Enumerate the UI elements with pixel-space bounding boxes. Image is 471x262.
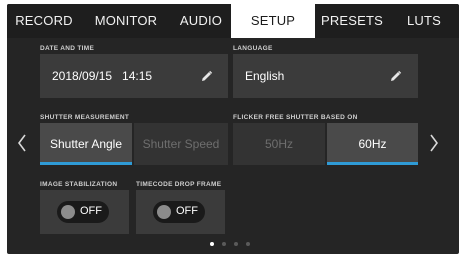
shutter-angle-option[interactable]: Shutter Angle	[40, 123, 132, 165]
toggle-knob	[157, 205, 171, 219]
timecode-drop-frame-toggle[interactable]: OFF	[153, 201, 205, 223]
selected-indicator	[40, 162, 132, 165]
flicker-50hz-option[interactable]: 50Hz	[233, 123, 325, 165]
shutter-measurement-label: SHUTTER MEASUREMENT	[40, 114, 130, 121]
tab-bar: RECORD MONITOR AUDIO SETUP PRESETS LUTS	[7, 4, 459, 38]
tab-setup[interactable]: SETUP	[231, 4, 315, 38]
toggle-knob	[61, 205, 75, 219]
selected-indicator	[327, 162, 418, 165]
tab-monitor[interactable]: MONITOR	[81, 4, 171, 38]
flicker-60hz-option[interactable]: 60Hz	[327, 123, 418, 165]
language-field[interactable]: English	[233, 54, 418, 98]
chevron-left-icon[interactable]	[17, 133, 27, 153]
language-value: English	[245, 69, 285, 83]
language-label: LANGUAGE	[233, 45, 273, 52]
shutter-speed-option[interactable]: Shutter Speed	[134, 123, 228, 165]
tab-record[interactable]: RECORD	[7, 4, 81, 38]
image-stabilization-state: OFF	[80, 205, 102, 217]
tab-presets[interactable]: PRESETS	[315, 4, 389, 38]
timecode-drop-frame-panel: OFF	[136, 190, 225, 234]
timecode-drop-frame-label: TIMECODE DROP FRAME	[136, 181, 222, 188]
tab-luts[interactable]: LUTS	[389, 4, 459, 38]
shutter-angle-text: Shutter Angle	[49, 137, 123, 151]
image-stabilization-toggle[interactable]: OFF	[57, 201, 109, 223]
image-stabilization-label: IMAGE STABILIZATION	[40, 181, 118, 188]
pencil-icon[interactable]	[389, 70, 402, 83]
chevron-right-icon[interactable]	[429, 133, 439, 153]
page-dot-2[interactable]	[222, 242, 226, 246]
flicker-free-label: FLICKER FREE SHUTTER BASED ON	[233, 114, 358, 121]
page-dot-4[interactable]	[246, 242, 250, 246]
image-stabilization-panel: OFF	[40, 190, 129, 234]
page-dot-1[interactable]	[210, 242, 214, 246]
page-dot-3[interactable]	[234, 242, 238, 246]
shutter-speed-text: Shutter Speed	[142, 137, 220, 151]
tab-audio[interactable]: AUDIO	[171, 4, 231, 38]
timecode-drop-frame-state: OFF	[176, 205, 198, 217]
date-time-field[interactable]: 2018/09/15 14:15	[40, 54, 228, 98]
date-time-label: DATE AND TIME	[40, 45, 95, 52]
setup-screen: RECORD MONITOR AUDIO SETUP PRESETS LUTS …	[7, 4, 459, 254]
flicker-50hz-text: 50Hz	[264, 137, 293, 151]
date-time-value: 2018/09/15 14:15	[52, 69, 153, 83]
pencil-icon[interactable]	[200, 70, 213, 83]
flicker-60hz-text: 60Hz	[358, 137, 387, 151]
